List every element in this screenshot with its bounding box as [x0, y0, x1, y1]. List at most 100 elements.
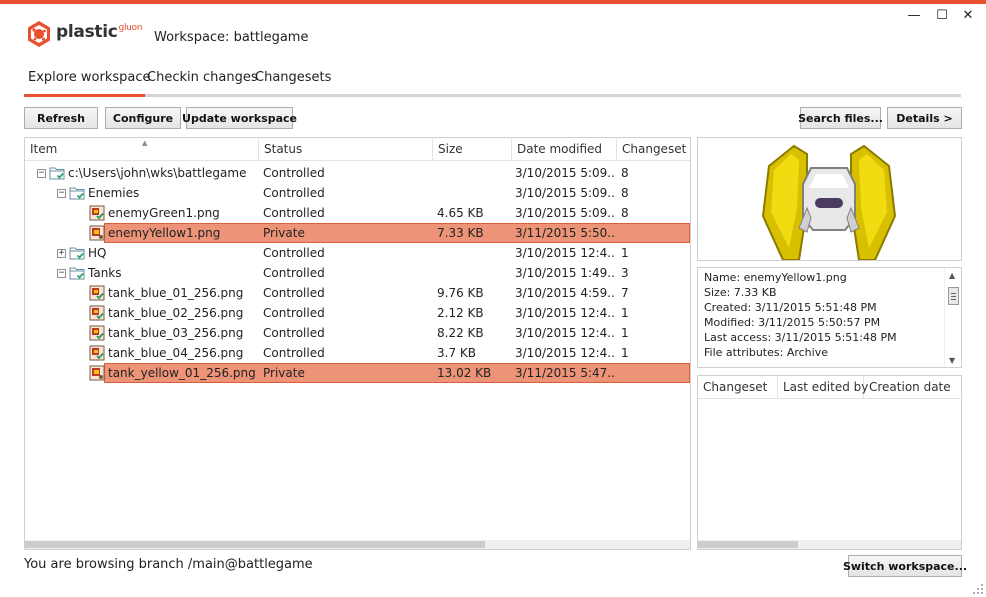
item-date-modified: 3/10/2015 5:09...: [515, 206, 615, 220]
image-file-icon: [89, 205, 105, 221]
item-name: HQ: [88, 246, 107, 260]
table-row[interactable]: − Tanks Controlled 3/10/2015 1:49... 3: [25, 263, 690, 283]
item-name: Tanks: [88, 266, 122, 280]
item-changeset: 3: [621, 266, 629, 280]
column-status[interactable]: Status: [259, 138, 433, 161]
file-list-header: Item ▲ Status Size Date modified Changes…: [25, 138, 690, 161]
row-icon: [69, 263, 85, 283]
column-last-edited-by[interactable]: Last edited by: [778, 376, 868, 399]
item-changeset: 7: [621, 286, 629, 300]
search-files-button[interactable]: Search files...: [798, 107, 883, 129]
expand-icon[interactable]: +: [57, 249, 66, 258]
item-date-modified: 3/11/2015 5:50...: [515, 226, 615, 240]
row-icon: [69, 183, 85, 203]
row-icon: [49, 163, 65, 183]
item-changeset: 1: [621, 246, 629, 260]
item-name: tank_blue_04_256.png: [108, 346, 244, 360]
scroll-up-icon[interactable]: ▲: [949, 271, 955, 280]
update-workspace-button[interactable]: Update workspace: [182, 107, 297, 129]
configure-button[interactable]: Configure: [105, 107, 181, 129]
item-status: Controlled: [263, 246, 325, 260]
history-pane: Changeset Last edited by Creation date: [697, 375, 963, 550]
workspace-title: Workspace: battlegame: [154, 30, 309, 45]
resize-grip-icon[interactable]: [972, 583, 984, 595]
item-date-modified: 3/11/2015 5:47...: [515, 366, 615, 380]
refresh-button[interactable]: Refresh: [24, 107, 98, 129]
table-row[interactable]: − Enemies Controlled 3/10/2015 5:09... 8: [25, 183, 690, 203]
table-row[interactable]: tank_blue_01_256.png Controlled 9.76 KB 3/1…: [25, 283, 690, 303]
folder-icon: [69, 187, 85, 200]
scroll-down-icon[interactable]: ▼: [949, 356, 955, 365]
horizontal-scrollbar[interactable]: [25, 540, 690, 549]
item-changeset: 1: [621, 346, 629, 360]
details-vertical-scrollbar[interactable]: ▲ ▼: [944, 268, 961, 367]
item-changeset: 1: [621, 306, 629, 320]
item-name: tank_blue_03_256.png: [108, 326, 244, 340]
item-status: Private: [263, 226, 305, 240]
scrollbar-thumb[interactable]: [698, 541, 798, 548]
collapse-icon[interactable]: −: [37, 169, 46, 178]
collapse-icon[interactable]: −: [57, 189, 66, 198]
item-size: [437, 163, 512, 183]
item-name: tank_yellow_01_256.png: [108, 366, 256, 380]
item-status: Controlled: [263, 306, 325, 320]
column-creation-date[interactable]: Creation date: [864, 376, 963, 399]
item-status: Controlled: [263, 326, 325, 340]
item-size: 3.7 KB: [437, 346, 476, 360]
file-details-pane: Name: enemyYellow1.png Size: 7.33 KB Cre…: [697, 267, 962, 368]
table-row[interactable]: − c:\Users\john\wks\battlegame Controlled 3…: [25, 163, 690, 183]
scrollbar-thumb[interactable]: [25, 541, 485, 548]
image-file-icon: [89, 325, 105, 341]
collapse-icon[interactable]: −: [57, 269, 66, 278]
plastic-logo-icon: [28, 21, 50, 47]
image-file-icon: [89, 285, 105, 301]
column-size[interactable]: Size: [433, 138, 512, 161]
horizontal-scrollbar[interactable]: [698, 540, 961, 549]
row-icon: [89, 283, 105, 303]
row-icon: [69, 243, 85, 263]
item-size: 9.76 KB: [437, 286, 484, 300]
row-icon: [89, 203, 105, 223]
column-changeset[interactable]: Changeset: [698, 376, 778, 399]
detail-created: Created: 3/11/2015 5:51:48 PM: [704, 301, 877, 314]
column-changeset[interactable]: Changeset: [617, 138, 690, 161]
table-row[interactable]: tank_blue_03_256.png Controlled 8.22 KB 3/1…: [25, 323, 690, 343]
row-icon: [89, 303, 105, 323]
table-row[interactable]: enemyYellow1.png Private 7.33 KB 3/11/2015 …: [25, 223, 690, 243]
item-size: 8.22 KB: [437, 326, 484, 340]
item-size: 7.33 KB: [437, 226, 484, 240]
item-size: 4.65 KB: [437, 206, 484, 220]
item-name: c:\Users\john\wks\battlegame: [68, 166, 247, 180]
enemy-ship-preview-image: [761, 144, 897, 261]
table-row[interactable]: tank_blue_04_256.png Controlled 3.7 KB 3/10…: [25, 343, 690, 363]
maximize-icon[interactable]: ☐: [934, 8, 950, 24]
item-size: [437, 243, 512, 263]
table-row[interactable]: + HQ Controlled 3/10/2015 12:4... 1: [25, 243, 690, 263]
item-changeset: 1: [621, 326, 629, 340]
row-icon: [89, 223, 105, 243]
item-name: tank_blue_01_256.png: [108, 286, 244, 300]
image-file-icon: [89, 345, 105, 361]
tab-explore-workspace[interactable]: Explore workspace: [28, 70, 151, 85]
tab-changesets[interactable]: Changesets: [255, 70, 331, 85]
item-date-modified: 3/10/2015 5:09...: [515, 186, 615, 200]
details-button[interactable]: Details >: [887, 107, 962, 129]
item-changeset: 8: [621, 206, 629, 220]
item-date-modified: 3/10/2015 12:4...: [515, 346, 615, 360]
scrollbar-thumb[interactable]: [948, 287, 959, 305]
table-row[interactable]: enemyGreen1.png Controlled 4.65 KB 3/10/201…: [25, 203, 690, 223]
image-file-icon: [89, 365, 105, 381]
item-name: enemyYellow1.png: [108, 226, 221, 240]
detail-name: Name: enemyYellow1.png: [704, 271, 847, 284]
close-icon[interactable]: ✕: [960, 8, 976, 24]
item-status: Controlled: [263, 206, 325, 220]
table-row[interactable]: tank_yellow_01_256.png Private 13.02 KB 3/1…: [25, 363, 690, 383]
tab-checkin-changes[interactable]: Checkin changes: [147, 70, 258, 85]
minimize-icon[interactable]: —: [906, 8, 922, 24]
column-date-modified[interactable]: Date modified: [512, 138, 617, 161]
switch-workspace-button[interactable]: Switch workspace...: [843, 555, 967, 577]
folder-icon: [49, 167, 65, 180]
table-row[interactable]: tank_blue_02_256.png Controlled 2.12 KB 3/1…: [25, 303, 690, 323]
row-icon: [89, 343, 105, 363]
active-tab-indicator: [24, 94, 145, 97]
